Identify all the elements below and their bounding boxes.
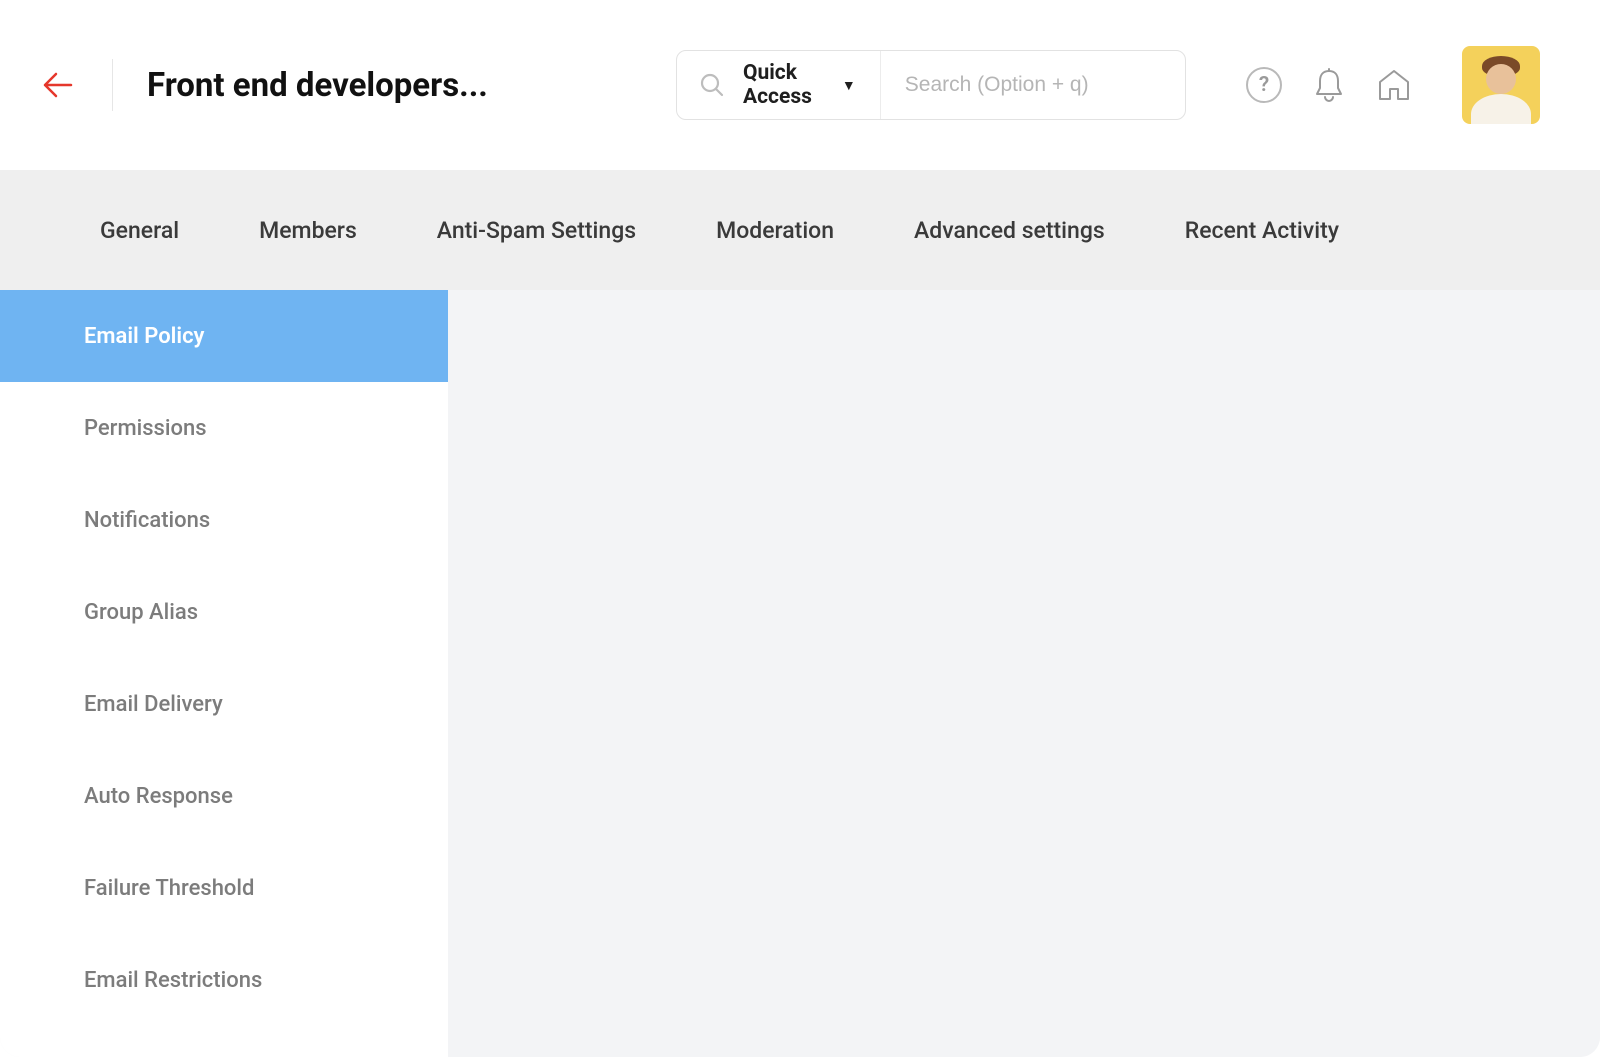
search-combo: Quick Access ▼	[676, 50, 1186, 120]
sidebar-item-label: Failure Threshold	[84, 876, 254, 901]
sidebar-item-auto-response[interactable]: Auto Response	[0, 750, 448, 842]
tabs-bar: General Members Anti-Spam Settings Moder…	[0, 170, 1600, 290]
back-button[interactable]	[42, 69, 74, 101]
help-button[interactable]: ?	[1246, 67, 1282, 103]
content-area	[448, 290, 1600, 1057]
sidebar-item-label: Group Alias	[84, 600, 198, 625]
caret-down-icon: ▼	[842, 77, 856, 94]
help-icon: ?	[1246, 67, 1282, 103]
search-input[interactable]	[881, 51, 1200, 119]
tab-recent-activity[interactable]: Recent Activity	[1185, 217, 1339, 244]
notifications-button[interactable]	[1312, 67, 1346, 103]
header-bar: Front end developers... Quick Access ▼ ?	[0, 0, 1600, 170]
sidebar-item-label: Auto Response	[84, 784, 233, 809]
tab-anti-spam[interactable]: Anti-Spam Settings	[437, 217, 636, 244]
sidebar-item-email-restrictions[interactable]: Email Restrictions	[0, 934, 448, 1026]
sidebar-item-label: Email Restrictions	[84, 968, 262, 993]
user-avatar[interactable]	[1462, 46, 1540, 124]
sidebar-item-label: Email Delivery	[84, 692, 223, 717]
home-icon	[1376, 68, 1412, 102]
sidebar: Email Policy Permissions Notifications G…	[0, 290, 448, 1057]
sidebar-item-email-policy[interactable]: Email Policy	[0, 290, 448, 382]
body-area: Email Policy Permissions Notifications G…	[0, 290, 1600, 1057]
home-button[interactable]	[1376, 68, 1412, 102]
sidebar-item-group-alias[interactable]: Group Alias	[0, 566, 448, 658]
app-window: Front end developers... Quick Access ▼ ?	[0, 0, 1600, 1057]
sidebar-item-email-delivery[interactable]: Email Delivery	[0, 658, 448, 750]
sidebar-item-notifications[interactable]: Notifications	[0, 474, 448, 566]
tab-moderation[interactable]: Moderation	[716, 217, 834, 244]
header-icon-group: ?	[1246, 46, 1540, 124]
quick-access-dropdown[interactable]: Quick Access ▼	[677, 51, 881, 119]
avatar-head-shape	[1486, 64, 1516, 94]
sidebar-item-label: Notifications	[84, 508, 210, 533]
tab-members[interactable]: Members	[259, 217, 357, 244]
sidebar-item-permissions[interactable]: Permissions	[0, 382, 448, 474]
bell-icon	[1312, 67, 1346, 103]
tab-general[interactable]: General	[100, 217, 179, 244]
avatar-body-shape	[1471, 94, 1531, 124]
sidebar-item-label: Permissions	[84, 416, 207, 441]
sidebar-item-label: Email Policy	[84, 324, 204, 349]
tab-advanced-settings[interactable]: Advanced settings	[914, 217, 1105, 244]
search-icon	[699, 72, 725, 98]
header-divider	[112, 59, 113, 111]
page-title: Front end developers...	[147, 66, 488, 105]
sidebar-item-failure-threshold[interactable]: Failure Threshold	[0, 842, 448, 934]
quick-access-label: Quick Access	[743, 61, 812, 109]
back-arrow-icon	[43, 72, 73, 98]
